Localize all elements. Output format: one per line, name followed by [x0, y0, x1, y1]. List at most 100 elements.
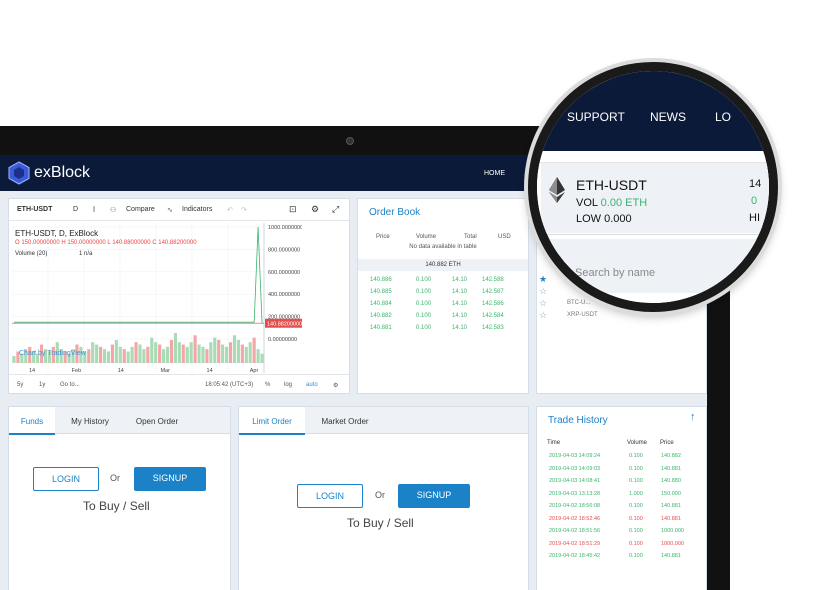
volume-bar — [12, 356, 16, 363]
volume-bar — [87, 349, 91, 363]
indicators-icon[interactable]: ∿ — [167, 206, 173, 214]
volume-bar — [134, 342, 138, 363]
orderbook-cell: 0.100 — [416, 289, 432, 295]
settings-small-icon[interactable]: ⚙ — [333, 382, 338, 389]
candle-type-icon[interactable]: ⫾ — [93, 206, 95, 214]
y-tick-label: 400.0000000 — [268, 292, 300, 298]
x-tick-label: 14 — [118, 368, 124, 373]
market-volume: VOL 0.00 ETH — [576, 197, 647, 209]
chart-panel: ETH-USDT D ⫾ ⚇ Compare ∿ Indicators ↶ ↷ … — [8, 198, 350, 394]
signup-button[interactable]: SIGNUP — [134, 467, 206, 491]
range-1y[interactable]: 1y — [39, 382, 45, 388]
log-toggle[interactable]: log — [284, 382, 292, 388]
exblock-logo-icon — [8, 161, 30, 185]
y-tick-label: 0.00000000 — [268, 337, 297, 343]
tab-limit-order[interactable]: Limit Order — [239, 407, 305, 435]
signup-button[interactable]: SIGNUP — [398, 484, 470, 508]
trade-cell-price: 140.880 — [661, 478, 681, 484]
orderbook-cell: 140.885 — [370, 289, 392, 295]
y-tick-label: 200.0000000 — [268, 315, 300, 321]
to-buy-sell-text: To Buy / Sell — [347, 516, 414, 530]
volume-bar — [189, 342, 193, 363]
trade-cell-vol: 0.100 — [629, 503, 643, 509]
ethereum-icon — [549, 177, 565, 203]
compare-icon[interactable]: ⚇ — [110, 206, 116, 214]
volume-bar — [142, 349, 146, 363]
compare-button[interactable]: Compare — [126, 206, 155, 213]
tradingview-watermark[interactable]: Chart by TradingView — [19, 350, 86, 357]
ob-header-usd: USD — [498, 234, 511, 240]
volume-bar — [209, 342, 213, 363]
auto-toggle[interactable]: auto — [306, 382, 318, 388]
volume-bar — [106, 351, 111, 363]
chart-interval[interactable]: D — [73, 206, 78, 213]
tab-open-order[interactable]: Open Order — [125, 407, 189, 435]
ob-mid-price: 140.882 ETH — [358, 259, 528, 271]
login-button[interactable]: LOGIN — [297, 484, 363, 508]
trade-history-title: Trade History — [548, 415, 608, 426]
indicators-button[interactable]: Indicators — [182, 206, 212, 213]
nav-news-link[interactable]: NEWS — [650, 110, 686, 124]
percent-toggle[interactable]: % — [265, 382, 270, 388]
volume-bar — [158, 344, 162, 363]
search-input[interactable]: Search by name — [575, 267, 655, 279]
product-showcase: exBlock HOME ETH-USDT D ⫾ ⚇ Compare ∿ In… — [0, 0, 835, 590]
trade-cell-price: 140.881 — [661, 515, 681, 522]
orderbook-cell: 0.100 — [416, 301, 432, 307]
redo-icon[interactable]: ↷ — [241, 206, 247, 214]
order-book-panel: Order Book Price Volume Total USD No dat… — [357, 198, 529, 394]
volume-bar — [162, 349, 166, 363]
orderbook-cell: 142.584 — [482, 313, 504, 319]
volume-bar — [181, 344, 185, 363]
trade-cell-vol: 0.100 — [629, 478, 643, 484]
volume-bar — [240, 344, 244, 363]
nav-login-link[interactable]: LO — [715, 110, 731, 124]
volume-bar — [221, 344, 225, 363]
goto-date[interactable]: Go to... — [60, 382, 80, 388]
arrow-up-icon[interactable]: ↑ — [690, 411, 696, 423]
volume-value: 0.00 ETH — [600, 197, 648, 209]
volume-label: Volume (20) — [15, 251, 48, 257]
order-form-panel: Limit Order Market Order LOGIN Or SIGNUP… — [238, 406, 529, 590]
volume-bar — [217, 339, 221, 363]
orderbook-cell: 14.10 — [452, 277, 468, 283]
volume-bar — [173, 333, 177, 363]
star-outline-icon[interactable]: ☆ — [539, 310, 547, 321]
trade-cell-time: 2019-04-02 18:56:08 — [549, 503, 601, 509]
brand-name[interactable]: exBlock — [34, 164, 90, 182]
chart-symbol[interactable]: ETH-USDT — [17, 206, 52, 213]
order-book-title: Order Book — [369, 207, 421, 218]
volume-bar — [193, 335, 197, 363]
volume-bar — [114, 339, 118, 363]
trade-cell-vol: 0.100 — [629, 453, 643, 459]
nav-home-link[interactable]: HOME — [484, 170, 505, 177]
nav-support-link[interactable]: SUPPORT — [567, 110, 625, 124]
trade-cell-time: 2019-04-02 18:52:46 — [549, 515, 601, 522]
volume-bar — [256, 349, 260, 363]
volume-bar — [110, 344, 114, 363]
orderbook-cell: 142.583 — [482, 325, 504, 331]
fullscreen-icon[interactable]: ⤢ — [332, 204, 339, 215]
gear-icon[interactable]: ⚙ — [311, 204, 319, 215]
login-button[interactable]: LOGIN — [33, 467, 99, 491]
orderbook-cell: 140.881 — [370, 325, 392, 331]
tab-funds[interactable]: Funds — [9, 407, 55, 435]
y-tick-label: 800.0000000 — [268, 247, 300, 253]
range-5y[interactable]: 5y — [17, 382, 23, 388]
volume-bar — [236, 339, 240, 363]
camera-snapshot-icon[interactable]: ⊡ — [289, 204, 297, 215]
trade-cell-vol: 0.100 — [629, 465, 643, 472]
volume-bar — [102, 349, 107, 363]
volume-bar — [248, 342, 252, 363]
chart-time: 18:05:42 (UTC+3) — [205, 382, 254, 388]
tab-my-history[interactable]: My History — [59, 407, 121, 435]
undo-icon[interactable]: ↶ — [227, 206, 233, 214]
volume-bar — [225, 346, 229, 363]
volume-bar — [260, 353, 264, 363]
tab-market-order[interactable]: Market Order — [309, 407, 381, 435]
volume-bar — [185, 346, 189, 363]
camera-icon — [346, 137, 354, 145]
market-item[interactable]: XRP-USDT — [567, 312, 598, 318]
trade-cell-vol: 0.100 — [629, 528, 643, 534]
ob-header-total: Total — [464, 234, 477, 240]
